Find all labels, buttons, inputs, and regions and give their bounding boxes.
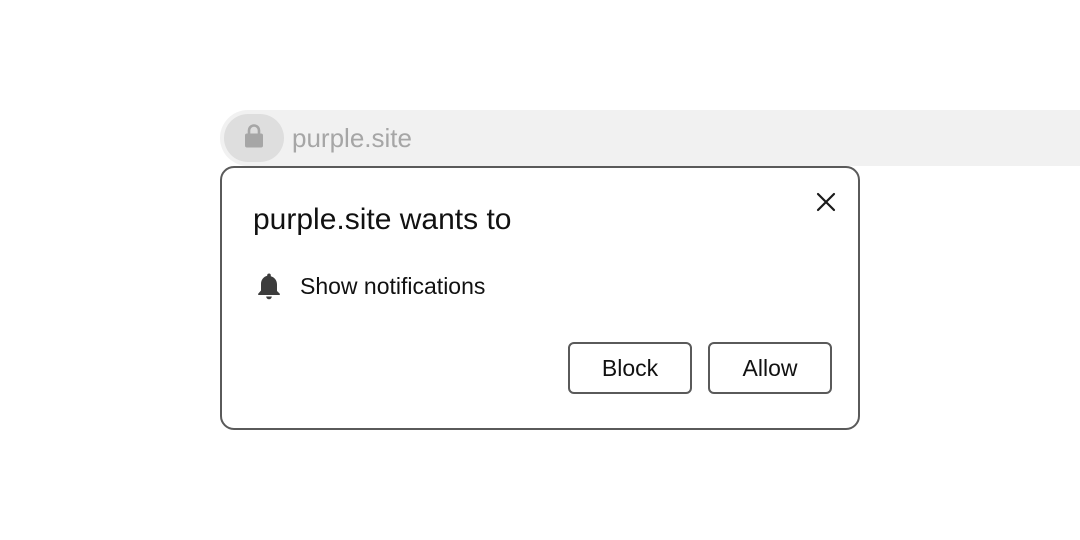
permission-label: Show notifications (300, 272, 486, 299)
browser-viewport: purple.site purple.site wants to Show no… (0, 0, 1080, 540)
url-text: purple.site (292, 123, 412, 153)
bell-icon (254, 268, 284, 304)
close-icon (816, 192, 836, 217)
dialog-title: purple.site wants to (253, 203, 512, 236)
permission-prompt: purple.site wants to Show notifications … (220, 166, 860, 430)
site-info-button[interactable] (224, 114, 284, 162)
address-bar[interactable]: purple.site (220, 110, 1080, 166)
close-button[interactable] (806, 184, 846, 224)
block-button[interactable]: Block (568, 342, 692, 394)
lock-icon (244, 123, 264, 154)
permission-request-row: Show notifications (254, 268, 485, 304)
allow-button[interactable]: Allow (708, 342, 832, 394)
